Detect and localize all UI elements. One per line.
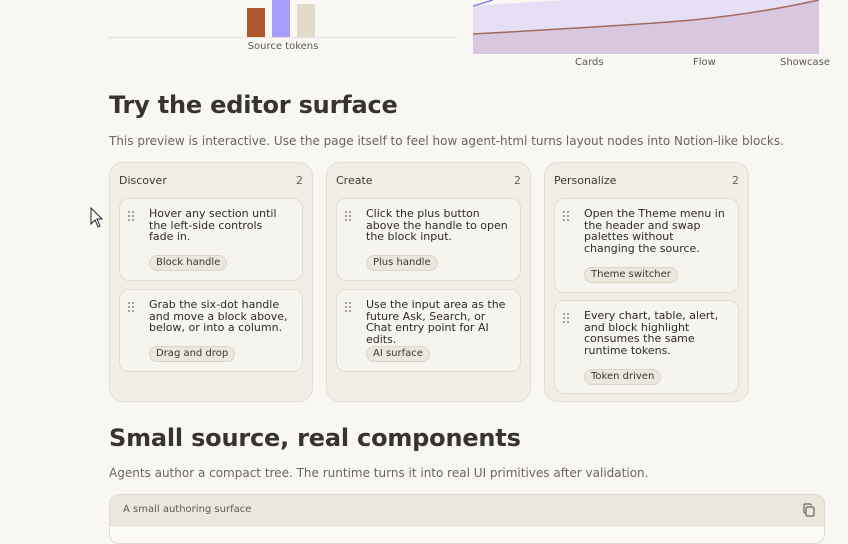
card-text: Use the input area as the future Ask, Se… (366, 298, 506, 346)
column-title: Personalize (554, 174, 617, 187)
card-tag: AI surface (366, 346, 430, 362)
card-tag: Drag and drop (149, 346, 236, 362)
section-title-components: Small source, real components (109, 424, 521, 452)
chart-baseline (108, 37, 458, 38)
copy-icon[interactable] (802, 503, 816, 517)
source-panel-header: A small authoring surface (110, 495, 824, 526)
card-text: Hover any section until the left-side co… (149, 207, 277, 243)
drag-handle-icon[interactable] (563, 211, 571, 223)
card-tag: Block handle (149, 255, 228, 271)
area-chart-x-label: Cards (575, 57, 604, 68)
section-description-components: Agents author a compact tree. The runtim… (109, 466, 649, 480)
source-tokens-bar-chart (108, 0, 458, 37)
drag-handle-icon[interactable] (128, 211, 136, 223)
board-card[interactable]: Use the input area as the future Ask, Se… (336, 289, 521, 372)
source-panel: A small authoring surface (109, 494, 825, 544)
column-count: 2 (296, 174, 303, 187)
board-card[interactable]: Open the Theme menu in the header and sw… (554, 198, 739, 293)
board-column-personalize: Personalize 2 Open the Theme menu in the … (544, 162, 749, 402)
column-count: 2 (732, 174, 739, 187)
board-card[interactable]: Click the plus button above the handle t… (336, 198, 521, 281)
drag-handle-icon[interactable] (563, 313, 571, 325)
card-text: Click the plus button above the handle t… (366, 207, 508, 243)
drag-handle-icon[interactable] (345, 302, 353, 314)
section-title-editor: Try the editor surface (109, 91, 398, 119)
card-text: Every chart, table, alert, and block hig… (584, 309, 719, 357)
area-chart-x-label: Showcase (780, 57, 830, 68)
section-description-editor: This preview is interactive. Use the pag… (109, 134, 784, 148)
chart-bar (297, 4, 315, 37)
column-title: Create (336, 174, 373, 187)
chart-bar (272, 0, 290, 37)
mouse-cursor-icon (90, 207, 104, 228)
drag-handle-icon[interactable] (345, 211, 353, 223)
board-column-discover: Discover 2 Hover any section until the le… (109, 162, 313, 402)
column-count: 2 (514, 174, 521, 187)
source-panel-title: A small authoring surface (123, 504, 252, 515)
board-card[interactable]: Every chart, table, alert, and block hig… (554, 300, 739, 394)
card-tag: Plus handle (366, 255, 438, 271)
area-chart (473, 0, 819, 54)
chart-bar (247, 8, 265, 37)
area-chart-x-label: Flow (693, 57, 716, 68)
bar-chart-axis-label: Source tokens (247, 41, 319, 52)
card-tag: Token driven (584, 369, 662, 385)
column-title: Discover (119, 174, 167, 187)
drag-handle-icon[interactable] (128, 302, 136, 314)
board-card[interactable]: Grab the six-dot handle and move a block… (119, 289, 303, 372)
card-text: Open the Theme menu in the header and sw… (584, 207, 725, 255)
board-column-create: Create 2 Click the plus button above the … (326, 162, 531, 402)
card-text: Grab the six-dot handle and move a block… (149, 298, 288, 334)
card-tag: Theme switcher (584, 267, 678, 283)
board-card[interactable]: Hover any section until the left-side co… (119, 198, 303, 281)
